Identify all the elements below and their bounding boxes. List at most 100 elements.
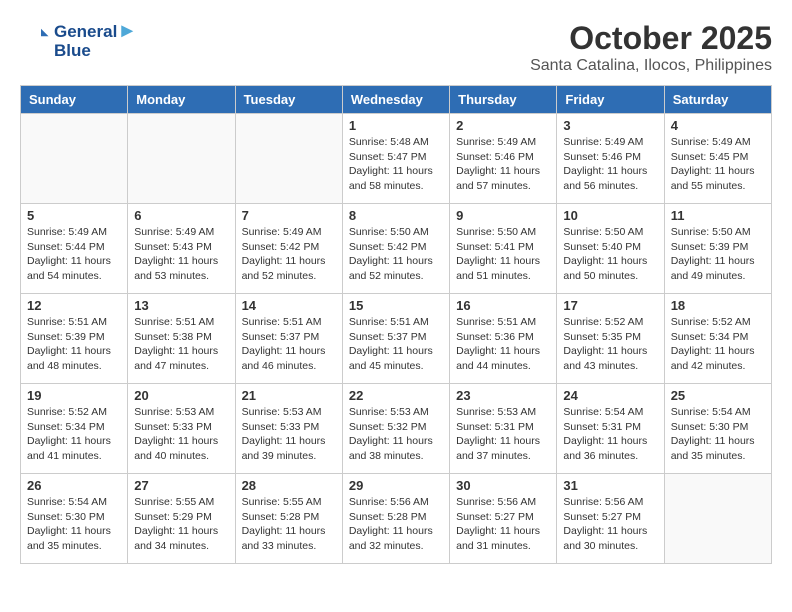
day-cell: 31 Sunrise: 5:56 AM Sunset: 5:27 PM Dayli… [557,474,664,564]
day-info: Sunrise: 5:51 AM Sunset: 5:37 PM Dayligh… [349,315,443,374]
day-info: Sunrise: 5:55 AM Sunset: 5:29 PM Dayligh… [134,495,228,554]
day-number: 31 [563,478,657,493]
day-number: 12 [27,298,121,313]
day-info: Sunrise: 5:53 AM Sunset: 5:33 PM Dayligh… [134,405,228,464]
week-row-2: 12 Sunrise: 5:51 AM Sunset: 5:39 PM Dayli… [21,294,772,384]
day-info: Sunrise: 5:49 AM Sunset: 5:46 PM Dayligh… [456,135,550,194]
day-info: Sunrise: 5:51 AM Sunset: 5:38 PM Dayligh… [134,315,228,374]
day-cell: 5Sunrise: 5:49 AM Sunset: 5:44 PM Daylig… [21,204,128,294]
day-number: 28 [242,478,336,493]
day-info: Sunrise: 5:49 AM Sunset: 5:42 PM Dayligh… [242,225,336,284]
logo-icon [20,25,50,55]
title-area: October 2025 Santa Catalina, Ilocos, Phi… [530,20,772,75]
day-info: Sunrise: 5:54 AM Sunset: 5:30 PM Dayligh… [671,405,765,464]
day-cell: 7 Sunrise: 5:49 AM Sunset: 5:42 PM Daylig… [235,204,342,294]
day-number: 7 [242,208,336,223]
day-cell: 20 Sunrise: 5:53 AM Sunset: 5:33 PM Dayli… [128,384,235,474]
day-info: Sunrise: 5:52 AM Sunset: 5:34 PM Dayligh… [27,405,121,464]
day-info: Sunrise: 5:54 AM Sunset: 5:31 PM Dayligh… [563,405,657,464]
day-info: Sunrise: 5:48 AM Sunset: 5:47 PM Dayligh… [349,135,443,194]
day-cell: 3 Sunrise: 5:49 AM Sunset: 5:46 PM Daylig… [557,114,664,204]
week-row-3: 19 Sunrise: 5:52 AM Sunset: 5:34 PM Dayli… [21,384,772,474]
logo-text: General► Blue [54,20,137,61]
day-info: Sunrise: 5:56 AM Sunset: 5:27 PM Dayligh… [563,495,657,554]
day-number: 17 [563,298,657,313]
day-cell: 29Sunrise: 5:56 AM Sunset: 5:28 PM Dayli… [342,474,449,564]
day-number: 14 [242,298,336,313]
day-info: Sunrise: 5:51 AM Sunset: 5:36 PM Dayligh… [456,315,550,374]
day-info: Sunrise: 5:50 AM Sunset: 5:40 PM Dayligh… [563,225,657,284]
header-day-sunday: Sunday [21,86,128,114]
location-title: Santa Catalina, Ilocos, Philippines [530,57,772,75]
week-row-0: 1 Sunrise: 5:48 AM Sunset: 5:47 PM Daylig… [21,114,772,204]
day-cell: 6 Sunrise: 5:49 AM Sunset: 5:43 PM Daylig… [128,204,235,294]
day-number: 15 [349,298,443,313]
day-number: 30 [456,478,550,493]
day-info: Sunrise: 5:50 AM Sunset: 5:39 PM Dayligh… [671,225,765,284]
header: General► Blue October 2025 Santa Catalin… [20,20,772,75]
day-cell: 18 Sunrise: 5:52 AM Sunset: 5:34 PM Dayli… [664,294,771,384]
day-number: 22 [349,388,443,403]
day-cell: 12 Sunrise: 5:51 AM Sunset: 5:39 PM Dayli… [21,294,128,384]
day-info: Sunrise: 5:56 AM Sunset: 5:27 PM Dayligh… [456,495,550,554]
header-day-wednesday: Wednesday [342,86,449,114]
day-info: Sunrise: 5:51 AM Sunset: 5:37 PM Dayligh… [242,315,336,374]
day-cell: 13 Sunrise: 5:51 AM Sunset: 5:38 PM Dayli… [128,294,235,384]
day-info: Sunrise: 5:49 AM Sunset: 5:45 PM Dayligh… [671,135,765,194]
month-title: October 2025 [530,20,772,57]
day-number: 4 [671,118,765,133]
day-cell: 22Sunrise: 5:53 AM Sunset: 5:32 PM Dayli… [342,384,449,474]
day-number: 20 [134,388,228,403]
day-cell: 11 Sunrise: 5:50 AM Sunset: 5:39 PM Dayli… [664,204,771,294]
day-cell: 19 Sunrise: 5:52 AM Sunset: 5:34 PM Dayli… [21,384,128,474]
day-number: 11 [671,208,765,223]
day-number: 26 [27,478,121,493]
day-number: 6 [134,208,228,223]
header-day-saturday: Saturday [664,86,771,114]
day-cell: 16 Sunrise: 5:51 AM Sunset: 5:36 PM Dayli… [450,294,557,384]
day-cell: 14 Sunrise: 5:51 AM Sunset: 5:37 PM Dayli… [235,294,342,384]
day-cell: 28 Sunrise: 5:55 AM Sunset: 5:28 PM Dayli… [235,474,342,564]
day-info: Sunrise: 5:56 AM Sunset: 5:28 PM Dayligh… [349,495,443,554]
day-cell: 27Sunrise: 5:55 AM Sunset: 5:29 PM Dayli… [128,474,235,564]
day-info: Sunrise: 5:49 AM Sunset: 5:44 PM Dayligh… [27,225,121,284]
day-number: 13 [134,298,228,313]
day-cell: 24Sunrise: 5:54 AM Sunset: 5:31 PM Dayli… [557,384,664,474]
day-cell: 10 Sunrise: 5:50 AM Sunset: 5:40 PM Dayli… [557,204,664,294]
day-cell: 4 Sunrise: 5:49 AM Sunset: 5:45 PM Daylig… [664,114,771,204]
day-number: 2 [456,118,550,133]
day-info: Sunrise: 5:52 AM Sunset: 5:35 PM Dayligh… [563,315,657,374]
day-cell: 15 Sunrise: 5:51 AM Sunset: 5:37 PM Dayli… [342,294,449,384]
day-cell: 23Sunrise: 5:53 AM Sunset: 5:31 PM Dayli… [450,384,557,474]
day-cell: 26 Sunrise: 5:54 AM Sunset: 5:30 PM Dayli… [21,474,128,564]
day-info: Sunrise: 5:53 AM Sunset: 5:33 PM Dayligh… [242,405,336,464]
day-cell: 9Sunrise: 5:50 AM Sunset: 5:41 PM Daylig… [450,204,557,294]
day-number: 18 [671,298,765,313]
logo-general: General [54,22,117,41]
header-day-monday: Monday [128,86,235,114]
day-number: 25 [671,388,765,403]
day-cell: 17 Sunrise: 5:52 AM Sunset: 5:35 PM Dayli… [557,294,664,384]
day-number: 8 [349,208,443,223]
calendar-header-row: SundayMondayTuesdayWednesdayThursdayFrid… [21,86,772,114]
day-cell: 21 Sunrise: 5:53 AM Sunset: 5:33 PM Dayli… [235,384,342,474]
day-number: 3 [563,118,657,133]
day-number: 19 [27,388,121,403]
week-row-4: 26 Sunrise: 5:54 AM Sunset: 5:30 PM Dayli… [21,474,772,564]
day-number: 21 [242,388,336,403]
day-info: Sunrise: 5:49 AM Sunset: 5:46 PM Dayligh… [563,135,657,194]
header-day-thursday: Thursday [450,86,557,114]
header-day-tuesday: Tuesday [235,86,342,114]
day-info: Sunrise: 5:51 AM Sunset: 5:39 PM Dayligh… [27,315,121,374]
day-number: 1 [349,118,443,133]
day-info: Sunrise: 5:52 AM Sunset: 5:34 PM Dayligh… [671,315,765,374]
day-number: 16 [456,298,550,313]
day-info: Sunrise: 5:50 AM Sunset: 5:41 PM Dayligh… [456,225,550,284]
day-info: Sunrise: 5:54 AM Sunset: 5:30 PM Dayligh… [27,495,121,554]
day-number: 10 [563,208,657,223]
calendar: SundayMondayTuesdayWednesdayThursdayFrid… [20,85,772,564]
day-info: Sunrise: 5:49 AM Sunset: 5:43 PM Dayligh… [134,225,228,284]
logo-blue: Blue [54,42,137,61]
week-row-1: 5Sunrise: 5:49 AM Sunset: 5:44 PM Daylig… [21,204,772,294]
day-info: Sunrise: 5:55 AM Sunset: 5:28 PM Dayligh… [242,495,336,554]
